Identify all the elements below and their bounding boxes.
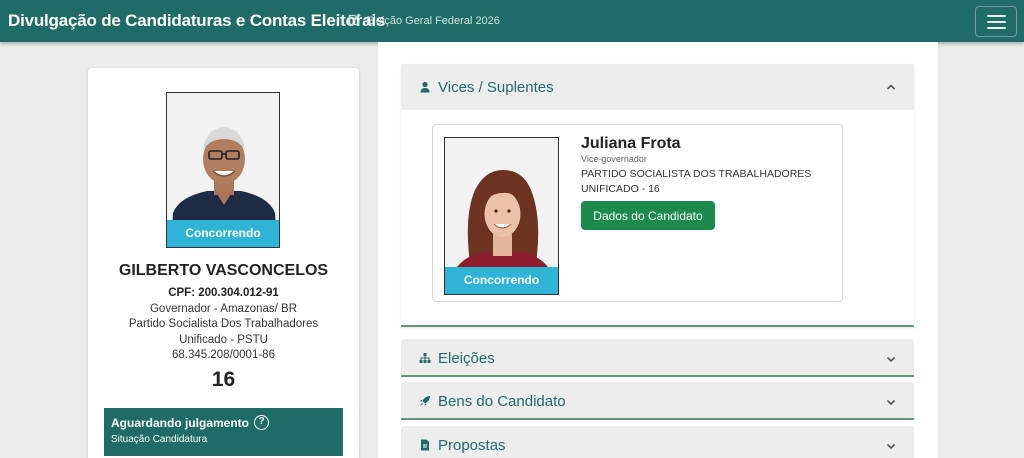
candidate-name: GILBERTO VASCONCELOS — [118, 262, 329, 279]
site-title[interactable]: Divulgação de Candidaturas e Contas Elei… — [8, 11, 385, 31]
election-label: Eleição Geral Federal 2026 — [366, 15, 500, 27]
accordion-eleicoes-header[interactable]: Eleições — [401, 339, 914, 377]
sitemap-icon — [419, 352, 431, 364]
candidate-cpf: CPF: 200.304.012-91 — [168, 287, 279, 299]
accordion-propostas-header[interactable]: Propostas — [401, 426, 914, 458]
situation-subtitle: Situação Candidatura — [111, 434, 208, 445]
menu-toggle-button[interactable] — [975, 6, 1017, 37]
vice-party: PARTIDO SOCIALISTA DOS TRABALHADORES UNI… — [581, 167, 821, 197]
candidate-party: Partido Socialista Dos Trabalhadores — [128, 318, 319, 331]
accordion-eleicoes: Eleições — [401, 339, 914, 377]
accordion-propostas: Propostas — [401, 426, 914, 458]
edit-icon — [347, 12, 362, 30]
candidate-card: Concorrendo GILBERTO VASCONCELOS CPF: 20… — [88, 68, 359, 458]
chevron-up-icon — [886, 84, 896, 90]
candidate-details-button[interactable]: Dados do Candidato — [581, 201, 715, 230]
situation-title: Aguardando julgamento — [111, 415, 249, 430]
vice-card: Concorrendo Juliana Frota Vice-governado… — [432, 124, 843, 302]
file-icon — [419, 439, 431, 451]
vice-role: Vice-governador — [581, 154, 647, 164]
candidate-office: Governador - Amazonas/ BR — [149, 302, 297, 315]
accordion-bens-header[interactable]: Bens do Candidato — [401, 382, 914, 420]
rocket-icon — [419, 395, 431, 407]
accordion-bens-title: Bens do Candidato — [438, 392, 566, 410]
chevron-down-icon — [886, 356, 896, 363]
candidate-info: CPF: 200.304.012-91 Governador - Amazona… — [88, 286, 359, 364]
election-selector[interactable]: Eleição Geral Federal 2026 — [347, 12, 500, 30]
accordion-propostas-title: Propostas — [438, 436, 506, 454]
accordion-vices-header[interactable]: Vices / Suplentes — [401, 64, 914, 110]
accordion-vices-title: Vices / Suplentes — [438, 78, 554, 96]
vice-party-number: UNIFICADO - 16 — [581, 183, 660, 195]
candidate-photo: Concorrendo — [166, 92, 280, 248]
accordion-eleicoes-title: Eleições — [438, 349, 495, 367]
vice-photo: Concorrendo — [444, 137, 559, 295]
candidate-number: 16 — [211, 368, 236, 391]
chevron-down-icon — [886, 443, 896, 450]
candidacy-status-box: Aguardando julgamento ? Situação Candida… — [104, 408, 343, 456]
help-icon[interactable]: ? — [254, 415, 269, 430]
chevron-down-icon — [886, 399, 896, 406]
top-navbar: Divulgação de Candidaturas e Contas Elei… — [0, 0, 1024, 42]
user-icon — [419, 81, 431, 93]
vice-party-name: PARTIDO SOCIALISTA DOS TRABALHADORES — [581, 168, 812, 180]
vice-status-badge: Concorrendo — [445, 267, 558, 294]
candidate-cnpj: 68.345.208/0001-86 — [172, 349, 275, 362]
accordion-vices: Vices / Suplentes Concorrendo Juliana Fr… — [401, 64, 914, 327]
vice-name: Juliana Frota — [581, 135, 681, 152]
hamburger-icon — [987, 15, 1006, 17]
candidate-party-abbr: Unificado - PSTU — [179, 333, 268, 346]
status-badge: Concorrendo — [167, 220, 279, 247]
accordion-bens: Bens do Candidato — [401, 382, 914, 420]
